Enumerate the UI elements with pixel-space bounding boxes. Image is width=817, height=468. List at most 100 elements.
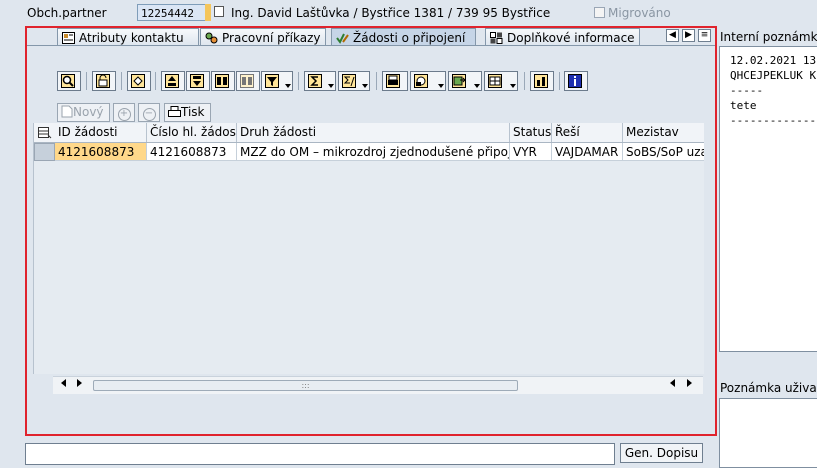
toolbar-separator	[155, 72, 156, 90]
sum-button[interactable]	[304, 71, 336, 91]
subtotal-button[interactable]	[338, 71, 370, 91]
tab-label: Doplňkové informace	[507, 31, 635, 45]
dropdown-arrow-icon	[510, 84, 516, 88]
print-button[interactable]: Tisk	[164, 103, 211, 122]
magnifier-icon	[61, 74, 75, 88]
new-button[interactable]: Nový	[57, 103, 110, 122]
find-next-button[interactable]	[236, 71, 260, 91]
work-orders-icon	[205, 32, 218, 44]
toolbar-separator	[559, 72, 560, 90]
plus-circle-icon: +	[117, 108, 131, 121]
partner-id-field[interactable]: 12254442	[137, 4, 211, 21]
internal-note-textarea[interactable]: 12.02.2021 13 QHCEJPEKLUK K ----- tete -…	[719, 46, 817, 352]
sort-descending-button[interactable]	[186, 71, 210, 91]
find-button[interactable]	[211, 71, 235, 91]
column-header[interactable]: Číslo hl. žádosti	[147, 123, 237, 142]
binoculars-icon	[215, 74, 229, 88]
contact-card-icon	[62, 32, 75, 44]
partner-id-highlight	[205, 4, 211, 21]
printer-icon	[168, 106, 181, 117]
export-icon	[452, 74, 466, 88]
tab-label: Pracovní příkazy	[222, 31, 321, 45]
tab-label: Žádosti o připojení	[353, 31, 466, 45]
undo-button[interactable]	[127, 71, 151, 91]
export-button[interactable]	[448, 71, 482, 91]
dropdown-arrow-icon	[438, 84, 444, 88]
subtotal-icon	[342, 74, 356, 88]
column-header[interactable]: Status	[510, 123, 552, 142]
table-cell[interactable]: SoBS/SoP uzav	[623, 143, 704, 161]
print-preview-button[interactable]	[382, 71, 408, 91]
table-cell[interactable]: 4121608873	[55, 143, 147, 161]
dropdown-arrow-icon	[285, 84, 291, 88]
dropdown-arrow-icon	[362, 84, 368, 88]
info-button[interactable]	[564, 71, 588, 91]
column-header[interactable]: Řeší	[552, 123, 623, 142]
table-cell[interactable]: MZZ do OM – mikrozdroj zjednodušené přip…	[237, 143, 510, 161]
migrated-label: Migrováno	[608, 6, 671, 20]
sort-ascending-button[interactable]	[161, 71, 185, 91]
column-header[interactable]: Druh žádosti	[237, 123, 510, 142]
column-header[interactable]: Mezistav	[623, 123, 704, 142]
user-note-textarea[interactable]	[719, 398, 817, 468]
table-cell[interactable]: VYR	[510, 143, 552, 161]
tab-scroll-left-icon[interactable]: ◀	[666, 29, 679, 42]
scroll-right-end-icon[interactable]	[687, 379, 692, 387]
refresh-button[interactable]	[92, 71, 116, 91]
toolbar-separator	[86, 72, 87, 90]
scroll-right-icon[interactable]	[77, 379, 82, 387]
toolbar-separator	[524, 72, 525, 90]
bar-chart-icon	[534, 74, 548, 88]
filter-button[interactable]	[261, 71, 293, 91]
print-button-label: Tisk	[181, 105, 205, 119]
table-cell[interactable]: VAJDAMAR	[552, 143, 623, 161]
tab-scroll-right-icon[interactable]: ▶	[682, 29, 695, 42]
graphic-button[interactable]	[530, 71, 554, 91]
migrated-checkbox[interactable]	[594, 7, 605, 18]
letter-input[interactable]	[25, 443, 615, 465]
row-selector[interactable]	[34, 143, 55, 161]
copy-icon[interactable]	[214, 6, 224, 17]
views-button[interactable]	[410, 71, 446, 91]
info-icon	[568, 74, 582, 88]
details-button[interactable]	[57, 71, 81, 91]
tab-connection-requests[interactable]: Žádosti o připojení	[331, 28, 476, 46]
lock-refresh-icon	[96, 74, 110, 88]
new-button-label: Nový	[73, 105, 104, 119]
tab-list-icon[interactable]: ≡	[698, 29, 711, 42]
scrollbar-thumb[interactable]: :::	[93, 380, 518, 391]
sort-descending-icon	[190, 74, 204, 88]
binoculars-next-icon	[240, 74, 254, 88]
scroll-left-end-icon[interactable]	[670, 379, 675, 387]
tab-strip-line	[27, 45, 715, 46]
column-header[interactable]: ID žádosti	[55, 123, 147, 142]
tab-work-orders[interactable]: Pracovní příkazy	[200, 28, 326, 46]
horizontal-scrollbar[interactable]: :::	[53, 376, 703, 394]
partner-name: Ing. David Laštůvka / Bystřice 1381 / 73…	[231, 6, 551, 20]
views-icon	[414, 74, 428, 88]
filter-icon	[265, 74, 279, 88]
tab-contact-attributes[interactable]: Atributy kontaktu	[57, 28, 199, 46]
table-cell[interactable]: 4121608873	[147, 143, 237, 161]
layout-grid-icon	[488, 74, 502, 88]
grid-info-icon	[490, 32, 503, 44]
requests-table: ID žádosti Číslo hl. žádosti Druh žádost…	[33, 123, 704, 374]
internal-note-title: Interní poznámka	[720, 30, 817, 44]
partner-label: Obch.partner	[27, 6, 107, 20]
layout-button[interactable]	[484, 71, 518, 91]
add-row-button[interactable]: +	[113, 103, 135, 122]
toolbar-separator	[121, 72, 122, 90]
scroll-left-icon[interactable]	[61, 379, 66, 387]
table-header: ID žádosti Číslo hl. žádosti Druh žádost…	[34, 123, 704, 143]
tab-additional-info[interactable]: Doplňkové informace	[485, 28, 640, 46]
sort-ascending-icon	[165, 74, 179, 88]
dropdown-arrow-icon	[328, 84, 334, 88]
new-document-icon	[61, 105, 73, 118]
undo-icon	[131, 74, 145, 88]
printer-icon	[386, 74, 400, 88]
generate-letter-button[interactable]: Gen. Dopisu	[620, 443, 703, 463]
remove-row-button[interactable]: −	[138, 103, 160, 122]
tab-label: Atributy kontaktu	[79, 31, 184, 45]
minus-circle-icon: −	[142, 108, 156, 121]
column-settings-icon[interactable]	[34, 123, 55, 142]
